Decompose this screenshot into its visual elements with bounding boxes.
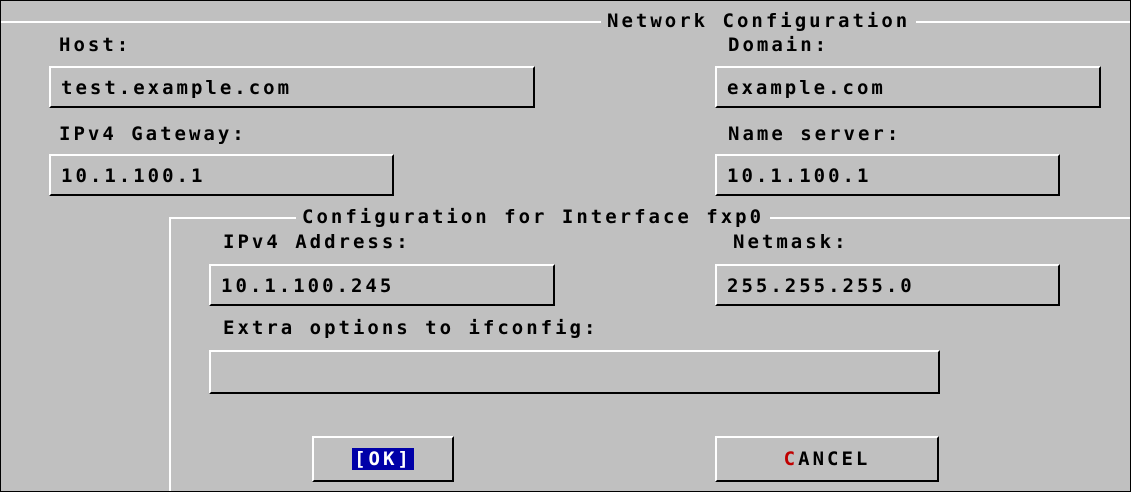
dialog-title: Network Configuration (601, 11, 917, 31)
network-config-dialog: Network Configuration Host: test.example… (0, 0, 1131, 492)
address-value: 10.1.100.245 (221, 275, 395, 297)
gateway-value: 10.1.100.1 (61, 165, 206, 187)
netmask-value: 255.255.255.0 (727, 275, 915, 297)
domain-label: Domain: (728, 34, 830, 56)
cancel-button[interactable]: CANCEL (715, 436, 939, 482)
cancel-hotkey: C (783, 448, 799, 470)
gateway-label: IPv4 Gateway: (59, 123, 247, 145)
domain-value: example.com (727, 77, 886, 99)
nameserver-field[interactable]: 10.1.100.1 (715, 154, 1060, 196)
interface-frame-left (169, 217, 171, 491)
host-value: test.example.com (61, 77, 293, 99)
ok-button-label: [OK] (352, 448, 414, 470)
nameserver-value: 10.1.100.1 (727, 165, 872, 187)
domain-field[interactable]: example.com (715, 66, 1101, 108)
cancel-button-label: ANCEL (798, 448, 871, 470)
nameserver-label: Name server: (728, 123, 902, 145)
host-label: Host: (59, 34, 132, 56)
gateway-field[interactable]: 10.1.100.1 (49, 154, 394, 196)
extra-options-field[interactable] (209, 350, 940, 394)
address-field[interactable]: 10.1.100.245 (209, 264, 555, 306)
dialog-frame-top (1, 21, 1130, 23)
extra-options-label: Extra options to ifconfig: (223, 317, 599, 339)
netmask-field[interactable]: 255.255.255.0 (715, 264, 1060, 306)
ok-button[interactable]: [OK] (312, 436, 454, 482)
netmask-label: Netmask: (733, 231, 849, 253)
host-field[interactable]: test.example.com (49, 66, 535, 108)
address-label: IPv4 Address: (223, 231, 411, 253)
interface-title: Configuration for Interface fxp0 (296, 207, 771, 227)
